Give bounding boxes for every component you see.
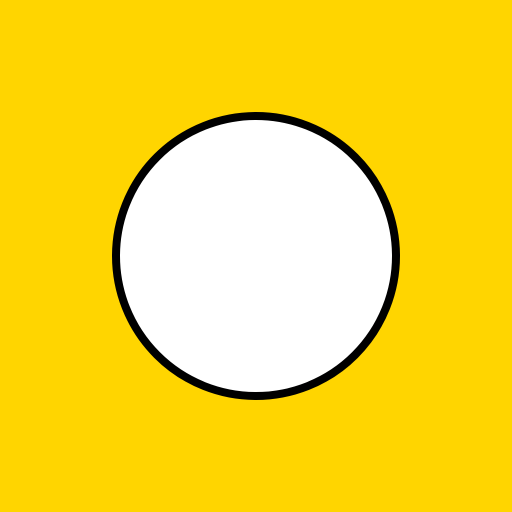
canvas-svg <box>0 0 512 512</box>
white-circle <box>112 112 400 400</box>
canvas <box>0 0 512 512</box>
